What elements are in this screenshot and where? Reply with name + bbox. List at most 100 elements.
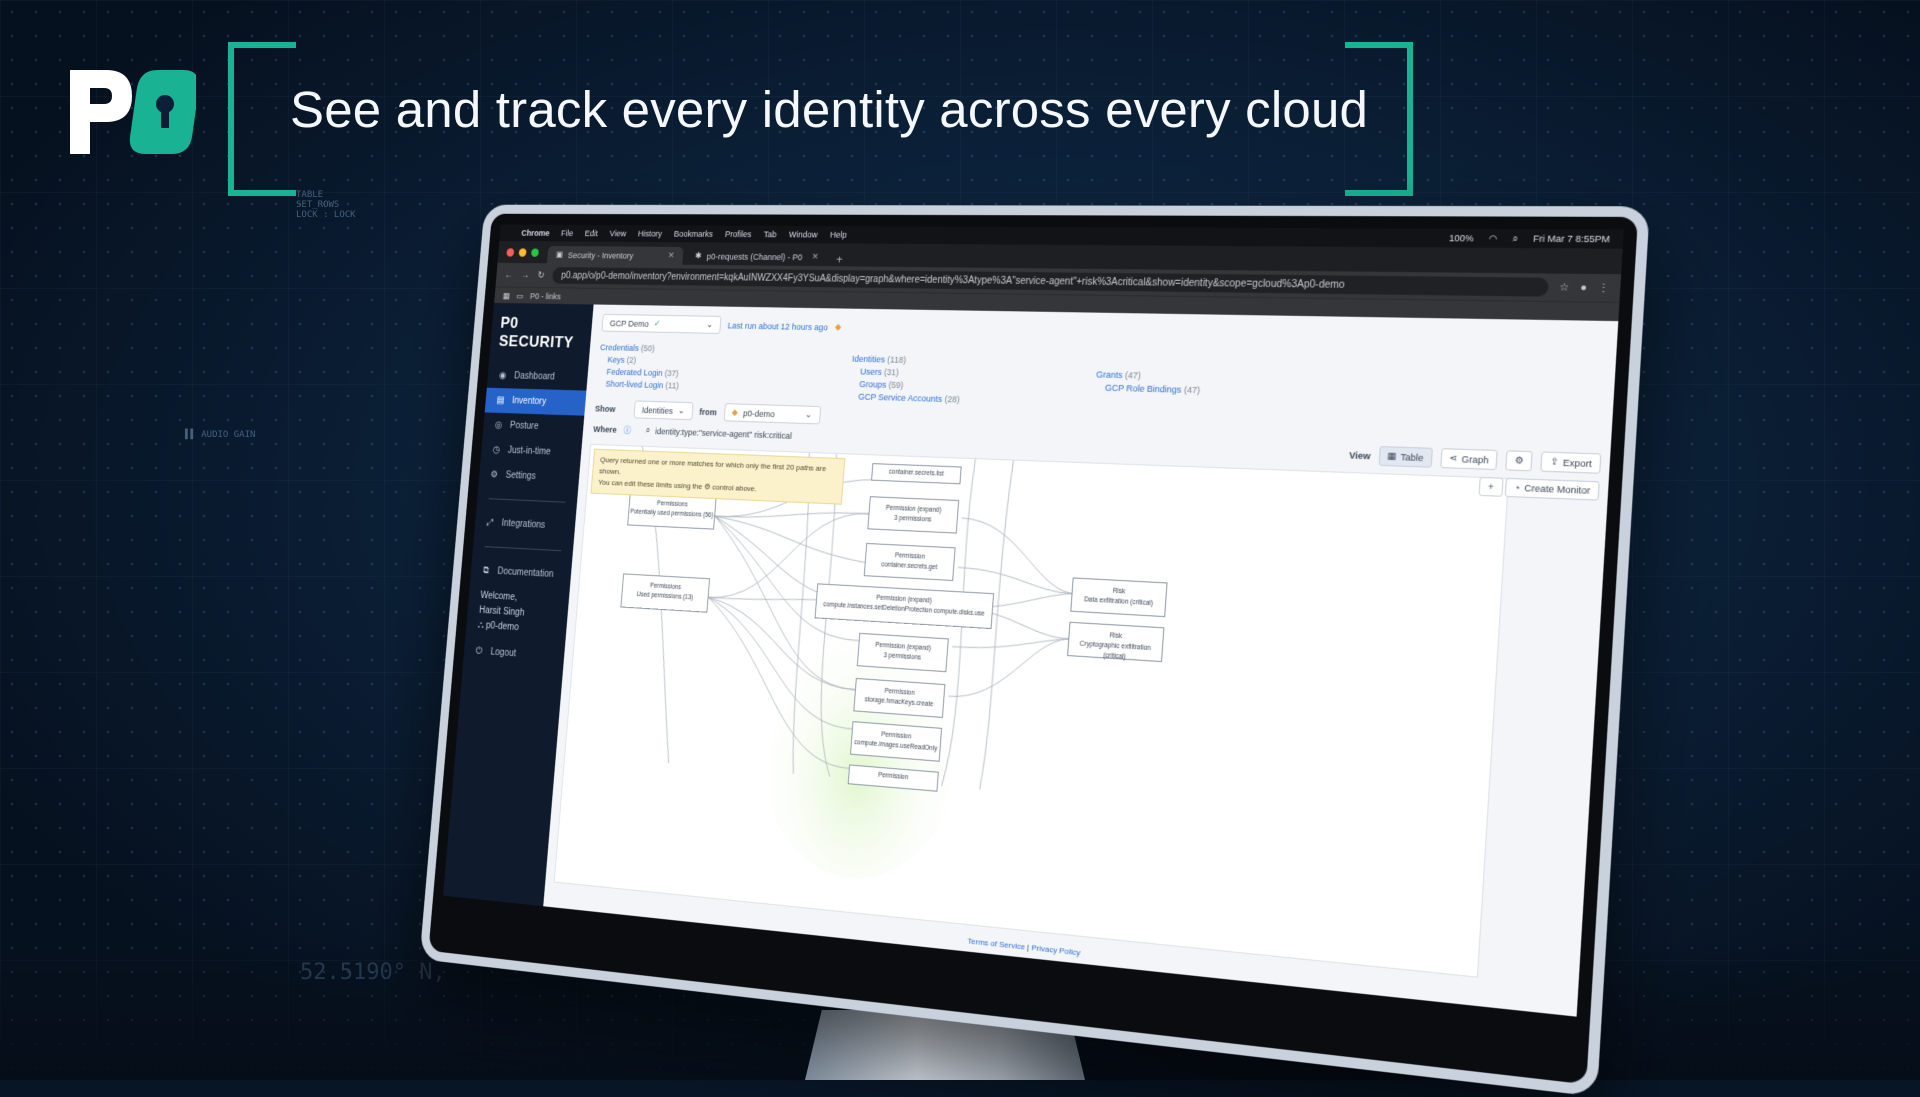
posture-icon: ◎ bbox=[494, 420, 503, 431]
clock-icon: ◷ bbox=[492, 444, 501, 456]
view-graph-button[interactable]: ⋖ Graph bbox=[1440, 448, 1499, 471]
graph-node-container-secrets-get[interactable]: Permission container.secrets.get bbox=[863, 542, 956, 582]
federated-login-link[interactable]: Federated Login bbox=[606, 367, 663, 378]
view-table-button[interactable]: ▦ Table bbox=[1378, 446, 1433, 468]
menu-datetime[interactable]: Fri Mar 7 8:55PM bbox=[1533, 233, 1610, 244]
tab-favicon-icon: ▣ bbox=[555, 249, 564, 259]
sidebar-item-settings[interactable]: ⚙ Settings bbox=[478, 462, 580, 491]
show-label: Show bbox=[594, 403, 616, 414]
graph-node-compute-images-use[interactable]: Permission compute.images.useReadOnly bbox=[849, 721, 943, 762]
apps-grid-icon[interactable]: ▦ bbox=[502, 291, 511, 301]
menu-bookmarks[interactable]: Bookmarks bbox=[674, 229, 714, 239]
table-icon: ▦ bbox=[1387, 450, 1397, 462]
browser-tab-channel[interactable]: ✱ p0-requests (Channel) - P0 ✕ bbox=[686, 247, 828, 266]
credentials-link[interactable]: Credentials bbox=[600, 343, 639, 353]
settings-gear-button[interactable]: ⚙ bbox=[1505, 450, 1534, 472]
menu-window[interactable]: Window bbox=[789, 230, 818, 240]
chevron-down-icon: ⌄ bbox=[706, 319, 714, 330]
info-icon[interactable]: ⓘ bbox=[623, 424, 632, 436]
graph-node-permission-3[interactable]: Permission (expand) 3 permissions bbox=[867, 496, 960, 534]
short-lived-login-count: (11) bbox=[665, 380, 680, 391]
menu-chrome[interactable]: Chrome bbox=[521, 228, 550, 237]
sidebar-item-dashboard[interactable]: ◉ Dashboard bbox=[487, 363, 589, 391]
groups-link[interactable]: Groups bbox=[859, 379, 887, 389]
environment-select[interactable]: GCP Demo ✓ ⌄ bbox=[601, 313, 722, 334]
gcp-icon: ◆ bbox=[834, 321, 842, 332]
close-window-button[interactable] bbox=[506, 248, 515, 257]
bookmark-star-icon[interactable]: ☆ bbox=[1559, 282, 1570, 294]
graph-node-used-permissions[interactable]: Permissions Used permissions (13) bbox=[620, 573, 711, 613]
minimize-window-button[interactable] bbox=[518, 248, 527, 257]
identities-count: (118) bbox=[886, 354, 907, 365]
groups-count: (59) bbox=[888, 380, 904, 391]
keys-count: (2) bbox=[626, 355, 637, 365]
graph-node-storage-hmackeys-create[interactable]: Permission storage.hmacKeys.create bbox=[853, 677, 946, 718]
environment-value: GCP Demo bbox=[609, 318, 650, 329]
tab-title: Security - Inventory bbox=[567, 250, 634, 261]
users-link[interactable]: Users bbox=[860, 367, 882, 377]
privacy-link[interactable]: Privacy Policy bbox=[1031, 943, 1081, 957]
back-icon[interactable]: ← bbox=[504, 270, 513, 280]
from-select[interactable]: ◆ p0-demo ⌄ bbox=[723, 403, 821, 425]
keys-link[interactable]: Keys bbox=[607, 355, 625, 365]
credentials-count: (50) bbox=[640, 343, 656, 354]
show-select[interactable]: Identities ⌄ bbox=[633, 400, 694, 421]
p0-logo-icon bbox=[70, 70, 196, 154]
headline-frame: See and track every identity across ever… bbox=[228, 42, 1413, 196]
create-monitor-button[interactable]: ◔ Create Monitor bbox=[1504, 477, 1600, 501]
export-button[interactable]: ⇪ Export bbox=[1540, 451, 1602, 474]
chrome-menu-icon[interactable]: ⋮ bbox=[1598, 282, 1610, 294]
from-label: from bbox=[699, 406, 718, 417]
profile-avatar-icon[interactable]: ● bbox=[1580, 282, 1587, 294]
sidebar-divider bbox=[488, 498, 566, 503]
zoom-window-button[interactable] bbox=[530, 248, 540, 257]
menu-profiles[interactable]: Profiles bbox=[725, 229, 752, 239]
sidebar-item-inventory[interactable]: ▤ Inventory bbox=[484, 387, 587, 416]
tab-title: p0-requests (Channel) - P0 bbox=[706, 251, 803, 262]
logout-button[interactable]: ⏻ Logout bbox=[463, 638, 565, 670]
forward-icon[interactable]: → bbox=[521, 270, 530, 280]
chevron-down-icon: ⌄ bbox=[677, 405, 686, 416]
browser-tab-security[interactable]: ▣ Security - Inventory ✕ bbox=[546, 245, 684, 265]
monitor: Chrome File Edit View History Bookmarks … bbox=[419, 204, 1650, 1097]
last-run-link[interactable]: Last run about 12 hours ago bbox=[727, 320, 828, 331]
where-query-value: identity:type:"service-agent" risk:criti… bbox=[654, 426, 793, 441]
users-count: (31) bbox=[883, 367, 900, 378]
graph-node-container-secrets-list[interactable]: container.secrets.list bbox=[871, 463, 962, 485]
spotlight-icon[interactable]: ⌕ bbox=[1512, 233, 1518, 245]
menu-tab[interactable]: Tab bbox=[763, 230, 777, 240]
grants-count: (47) bbox=[1124, 370, 1142, 381]
menu-history[interactable]: History bbox=[638, 229, 663, 238]
menu-file[interactable]: File bbox=[561, 229, 574, 238]
identity-graph[interactable]: Permissions Potentially used permissions … bbox=[553, 443, 1510, 978]
search-icon: ⌕ bbox=[645, 425, 651, 435]
terms-link[interactable]: Terms of Service bbox=[967, 936, 1025, 951]
gcp-service-accounts-link[interactable]: GCP Service Accounts bbox=[858, 392, 943, 404]
battery-status[interactable]: 100% bbox=[1449, 233, 1474, 244]
grants-link[interactable]: Grants bbox=[1096, 369, 1123, 380]
gcp-icon: ◆ bbox=[731, 407, 739, 417]
gcp-role-bindings-link[interactable]: GCP Role Bindings bbox=[1105, 383, 1182, 395]
app-brand: P0 SECURITY bbox=[498, 313, 575, 352]
add-icon[interactable]: + bbox=[1478, 476, 1504, 497]
coordinates-readout: 52.5190° N, bbox=[300, 960, 446, 985]
new-tab-button[interactable]: + bbox=[830, 253, 848, 267]
sidebar-item-posture[interactable]: ◎ Posture bbox=[483, 412, 585, 440]
sidebar-item-integrations[interactable]: ⤢ Integrations bbox=[474, 510, 576, 540]
short-lived-login-link[interactable]: Short-lived Login bbox=[605, 379, 663, 390]
reload-icon[interactable]: ↻ bbox=[537, 270, 545, 280]
hud-text: TABLE SET_ROWS LOCK : LOCK bbox=[296, 190, 356, 220]
headline: See and track every identity across ever… bbox=[290, 81, 1369, 138]
bookmark-p0-links[interactable]: P0 - links bbox=[530, 292, 561, 302]
graph-node-risk-crypto-exfiltration[interactable]: Risk Cryptographic exfiltration (critical… bbox=[1067, 621, 1165, 663]
close-tab-icon[interactable]: ✕ bbox=[811, 252, 819, 263]
wifi-icon[interactable]: ◠ bbox=[1488, 233, 1498, 245]
menu-edit[interactable]: Edit bbox=[585, 229, 599, 238]
graph-node-risk-data-exfiltration[interactable]: Risk Data exfiltration (critical) bbox=[1070, 577, 1168, 618]
menu-view[interactable]: View bbox=[609, 229, 626, 238]
left-bracket bbox=[228, 42, 296, 196]
identities-link[interactable]: Identities bbox=[852, 354, 886, 364]
menu-help[interactable]: Help bbox=[830, 230, 847, 240]
close-tab-icon[interactable]: ✕ bbox=[667, 251, 674, 261]
graph-node-permission-3b[interactable]: Permission (expand) 3 permissions bbox=[856, 632, 949, 673]
